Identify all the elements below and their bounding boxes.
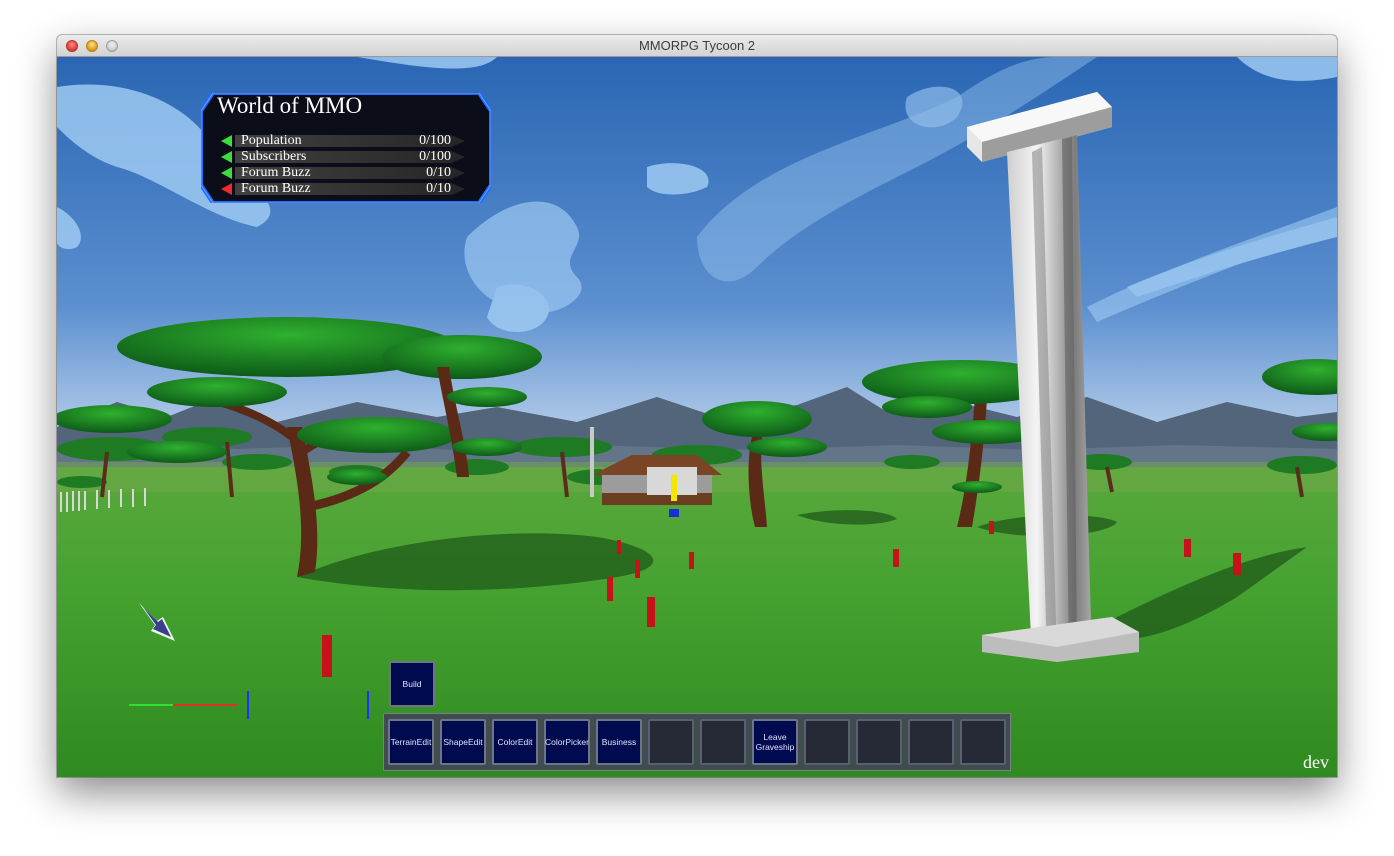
tool-slot-label: ShapeEdit	[443, 737, 483, 747]
stat-label: Forum Buzz	[241, 181, 311, 196]
game-window: MMORPG Tycoon 2 World of MMO Population …	[57, 35, 1337, 777]
red-left-arrow-icon	[221, 183, 232, 195]
tool-slot-label: TerrainEdit	[390, 737, 432, 747]
tool-slot-empty[interactable]	[804, 719, 850, 765]
stat-row-forum-buzz-2: Forum Buzz 0/10	[221, 181, 471, 196]
stat-value: 0/10	[426, 181, 451, 196]
tool-slot-empty[interactable]	[908, 719, 954, 765]
tool-slot-empty[interactable]	[648, 719, 694, 765]
green-left-arrow-icon	[221, 167, 232, 179]
tool-slot-label	[700, 721, 746, 763]
tool-slot-terrain-edit[interactable]: TerrainEdit	[388, 719, 434, 765]
arrow-cursor-icon	[139, 603, 175, 641]
tool-slot-label: ColorEdit	[497, 737, 533, 747]
stat-row-subscribers: Subscribers 0/100	[221, 149, 471, 164]
tool-slot-empty[interactable]	[960, 719, 1006, 765]
tool-slot-business[interactable]: Business	[596, 719, 642, 765]
stat-value: 0/100	[419, 149, 451, 164]
stat-row-forum-buzz: Forum Buzz 0/10	[221, 165, 471, 180]
tool-slot-color-edit[interactable]: ColorEdit	[492, 719, 538, 765]
tool-slot-empty[interactable]	[856, 719, 902, 765]
tool-slot-label: Leave Graveship	[755, 732, 795, 752]
stat-label: Forum Buzz	[241, 165, 311, 180]
tool-slot-shape-edit[interactable]: ShapeEdit	[440, 719, 486, 765]
tool-slot-color-picker[interactable]: ColorPicker	[544, 719, 590, 765]
axis-gizmo	[129, 691, 369, 719]
build-button-label: Build	[402, 679, 422, 689]
stat-row-population: Population 0/100	[221, 133, 471, 148]
window-title: MMORPG Tycoon 2	[638, 38, 756, 53]
stat-label: Subscribers	[241, 149, 307, 164]
build-label: dev	[1303, 752, 1329, 772]
world-name-title: World of MMO	[217, 93, 363, 118]
green-left-arrow-icon	[221, 135, 232, 147]
build-button[interactable]: Build	[389, 661, 435, 707]
tool-slot-label	[648, 721, 694, 763]
tool-slot-label: ColorPicker	[545, 737, 589, 747]
tool-slot-empty[interactable]	[700, 719, 746, 765]
tool-slot-label	[804, 721, 850, 763]
stat-value: 0/10	[426, 165, 451, 180]
title-bar: MMORPG Tycoon 2	[57, 35, 1337, 57]
game-viewport[interactable]: World of MMO Population 0/100 Subscriber…	[57, 57, 1337, 777]
world-stats-panel: World of MMO Population 0/100 Subscriber…	[201, 93, 491, 203]
tool-slot-label	[856, 721, 902, 763]
tool-slot-leave-graveship[interactable]: Leave Graveship	[752, 719, 798, 765]
stat-value: 0/100	[419, 133, 451, 148]
green-left-arrow-icon	[221, 151, 232, 163]
tool-slot-label: Business	[601, 737, 637, 747]
tool-slot-label	[908, 721, 954, 763]
stat-label: Population	[241, 133, 302, 148]
tool-slot-label	[960, 721, 1006, 763]
